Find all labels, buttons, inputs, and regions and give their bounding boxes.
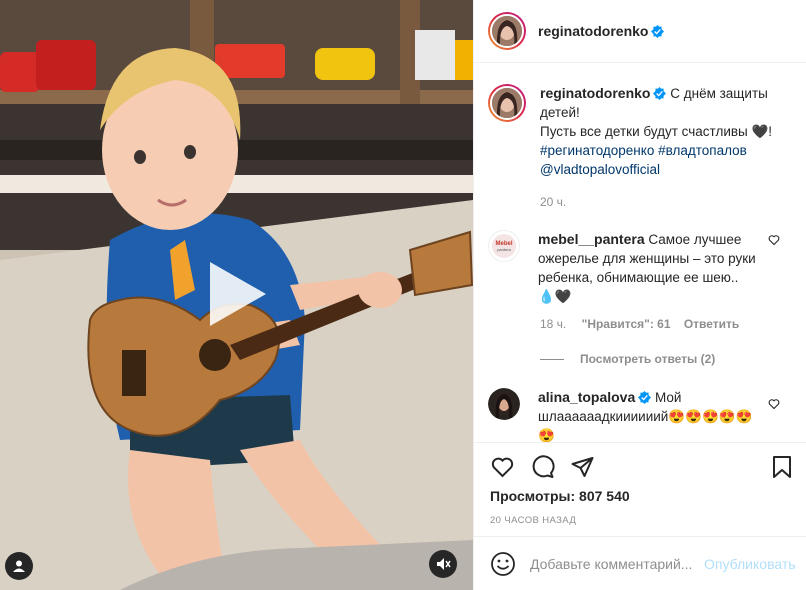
post-caption: reginatodorenko С днём защиты детей! Пус…	[488, 84, 792, 212]
caption-avatar[interactable]	[488, 84, 526, 122]
verified-badge-icon	[653, 87, 667, 100]
svg-text:pantera: pantera	[497, 247, 511, 252]
post-comment-button[interactable]: Опубликовать	[704, 556, 796, 572]
comment-item: Mebel pantera mebel__pantera Самое лучшее…	[488, 230, 792, 306]
view-replies-button[interactable]: Посмотреть ответы (2)	[540, 352, 715, 366]
author-username[interactable]: reginatodorenko	[538, 23, 648, 39]
comment-username[interactable]: mebel__pantera	[538, 231, 645, 247]
post-side-panel: reginatodorenko reginatodorenko С днём з…	[473, 0, 806, 590]
comment-username[interactable]: alina_topalova	[538, 389, 635, 405]
mute-icon	[437, 558, 451, 570]
mute-button[interactable]	[429, 550, 457, 578]
user-tag-icon	[13, 560, 25, 572]
add-comment-bar: Опубликовать	[474, 536, 806, 590]
hashtag-link[interactable]: #регинатодоренко	[540, 143, 654, 158]
caption-line-2: Пусть все детки будут счастливы 🖤!	[540, 124, 773, 139]
heart-icon[interactable]	[490, 455, 515, 479]
comment-avatar[interactable]: Mebel pantera	[488, 230, 520, 262]
comment-time[interactable]: 18 ч.	[540, 317, 566, 331]
views-count[interactable]: Просмотры: 807 540	[490, 488, 630, 504]
view-replies-label: Посмотреть ответы (2)	[580, 352, 716, 366]
user-tag-button[interactable]	[5, 552, 33, 580]
play-icon	[210, 262, 266, 326]
caption-time[interactable]: 20 ч.	[540, 193, 792, 212]
comment-icon[interactable]	[530, 455, 555, 479]
caption-username[interactable]: reginatodorenko	[540, 85, 650, 101]
play-button[interactable]	[196, 256, 272, 332]
comment-input[interactable]	[530, 555, 700, 572]
mention-link[interactable]: @vladtopalovofficial	[540, 162, 660, 177]
replies-divider	[540, 358, 564, 360]
comment-likes[interactable]: "Нравится": 61	[582, 317, 671, 331]
author-avatar[interactable]	[488, 12, 526, 50]
post-header: reginatodorenko	[474, 0, 806, 63]
reply-button[interactable]: Ответить	[684, 317, 739, 331]
comment-like-icon[interactable]	[768, 398, 780, 410]
post-time-ago[interactable]: 20 ЧАСОВ НАЗАД	[490, 515, 576, 526]
emoji-icon[interactable]	[490, 551, 516, 577]
comment-item: alina_topalova Мой шлаааааадкиииииий😍😍😍😍…	[488, 388, 792, 442]
bookmark-icon[interactable]	[771, 455, 793, 479]
post-video[interactable]	[0, 0, 473, 590]
caption-text: reginatodorenko С днём защиты детей! Пус…	[540, 84, 792, 212]
verified-badge-icon	[651, 24, 665, 38]
share-icon[interactable]	[570, 455, 595, 479]
comment-like-icon[interactable]	[768, 234, 780, 246]
action-bar	[474, 442, 806, 492]
comment-avatar[interactable]	[488, 388, 520, 420]
comments-list[interactable]: reginatodorenko С днём защиты детей! Пус…	[474, 64, 806, 442]
verified-badge-icon	[638, 391, 652, 404]
hashtag-link[interactable]: #владтопалов	[658, 143, 747, 158]
comment-meta: 18 ч. "Нравится": 61 Ответить	[540, 317, 739, 331]
